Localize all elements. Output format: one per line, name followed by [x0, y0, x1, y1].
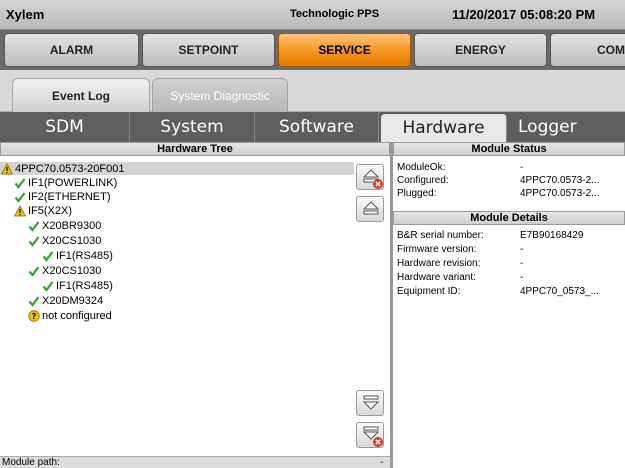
tree-node[interactable]: X20DM9324 [28, 294, 103, 307]
tree-node-label: IF1(RS485) [56, 279, 113, 292]
hardware-tree-header: Hardware Tree [0, 142, 390, 156]
detail-key: Hardware revision: [397, 258, 481, 269]
datetime-display: 11/20/2017 05:08:20 PM [452, 7, 596, 22]
check-icon [28, 235, 40, 247]
detail-key: Firmware version: [397, 244, 477, 255]
tab-sdm[interactable]: SDM [0, 112, 130, 142]
tab-logger[interactable]: Logger [508, 112, 625, 142]
detail-key: Equipment ID: [397, 286, 461, 297]
tab-system[interactable]: System [130, 112, 255, 142]
tree-node-label: IF5(X2X) [28, 204, 73, 217]
scroll-up-button[interactable] [356, 196, 384, 222]
module-details-header: Module Details [393, 211, 625, 225]
tree-node[interactable]: 4PPC70.0573-20F001 [0, 162, 354, 175]
status-key: ModuleOk: [397, 162, 446, 173]
tree-node[interactable]: IF1(RS485) [42, 279, 113, 292]
warning-icon [14, 204, 26, 216]
chevron-down-icon [362, 395, 380, 410]
warning-icon [1, 162, 13, 174]
scroll-bottom-button[interactable] [356, 422, 384, 448]
detail-value: - [520, 258, 524, 269]
main-tab-bar: ALARM SETPOINT SERVICE ENERGY COM [0, 30, 625, 70]
svg-text:?: ? [32, 312, 37, 321]
status-key: Plugged: [397, 188, 437, 199]
tree-node-label: IF1(RS485) [56, 249, 113, 262]
tree-node[interactable]: ? not configured [28, 309, 112, 322]
detail-value: E7B90168429 [520, 230, 584, 241]
tab-software[interactable]: Software [255, 112, 379, 142]
tree-node-label: X20CS1030 [42, 234, 102, 247]
tree-node-label: 4PPC70.0573-20F001 [15, 162, 125, 175]
tree-node-label: IF1(POWERLINK) [28, 176, 118, 189]
title-bar: Xylem Technologic PPS 11/20/2017 05:08:2… [0, 0, 625, 30]
detail-value: - [520, 244, 524, 255]
app-title: Xylem [6, 7, 45, 22]
tree-node-label: X20DM9324 [42, 294, 104, 307]
detail-value: - [520, 272, 524, 283]
detail-value: 4PPC70_0573_... [520, 286, 599, 297]
tab-system-diagnostic[interactable]: System Diagnostic [152, 78, 288, 112]
check-icon [42, 250, 54, 262]
status-value: - [520, 162, 524, 173]
tree-node[interactable]: X20CS1030 [28, 264, 101, 277]
tree-node[interactable]: IF1(RS485) [42, 249, 113, 262]
detail-key: Hardware variant: [397, 272, 476, 283]
tree-node[interactable]: IF1(POWERLINK) [14, 176, 117, 189]
module-path-value: - [380, 457, 384, 468]
tab-service[interactable]: SERVICE [278, 33, 411, 67]
check-icon [42, 280, 54, 292]
tab-energy[interactable]: ENERGY [414, 33, 547, 67]
status-value: 4PPC70.0573-2... [520, 188, 600, 199]
detail-key: B&R serial number: [397, 230, 484, 241]
scroll-top-button[interactable] [356, 164, 384, 190]
module-status-header: Module Status [393, 142, 625, 156]
check-icon [28, 265, 40, 277]
tree-node-label: X20CS1030 [42, 264, 102, 277]
hardware-tree: 4PPC70.0573-20F001 IF1(POWERLINK) IF2(ET… [0, 156, 390, 456]
tree-node[interactable]: X20BR9300 [28, 219, 101, 232]
tree-node[interactable]: X20CS1030 [28, 234, 101, 247]
tab-com[interactable]: COM [550, 33, 625, 67]
tree-node-label: IF2(ETHERNET) [28, 190, 111, 203]
check-icon [28, 220, 40, 232]
tab-alarm[interactable]: ALARM [4, 33, 139, 67]
question-icon: ? [28, 309, 40, 322]
tree-node-label: X20BR9300 [42, 219, 102, 232]
tab-setpoint[interactable]: SETPOINT [142, 33, 275, 67]
module-path-label: Module path: [2, 457, 60, 468]
panel-divider [390, 142, 393, 468]
diagnostic-tab-bar: SDM System Software Hardware Logger [0, 112, 625, 142]
tab-hardware[interactable]: Hardware [381, 114, 507, 142]
scroll-down-button[interactable] [356, 390, 384, 416]
check-icon [14, 191, 26, 203]
tab-event-log[interactable]: Event Log [12, 78, 150, 112]
tree-node-label: not configured [42, 309, 112, 322]
product-name: Technologic PPS [290, 8, 380, 20]
check-icon [28, 295, 40, 307]
status-key: Configured: [397, 175, 449, 186]
chevron-up-icon [362, 201, 380, 215]
sub-tab-bar: Event Log System Diagnostic [0, 70, 625, 112]
tree-node[interactable]: IF5(X2X) [14, 204, 72, 217]
scroll-top-icon [362, 169, 383, 189]
status-bar: Module path: - [0, 456, 390, 468]
tree-scroll-controls [354, 156, 390, 456]
tree-node[interactable]: IF2(ETHERNET) [14, 190, 111, 203]
status-value: 4PPC70.0573-2... [520, 175, 600, 186]
scroll-bottom-icon [362, 426, 383, 447]
check-icon [14, 177, 26, 189]
